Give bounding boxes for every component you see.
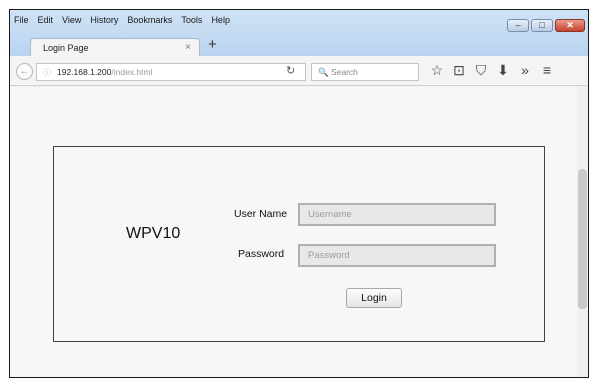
menu-edit[interactable]: Edit <box>38 15 54 25</box>
menu-file[interactable]: File <box>14 15 29 25</box>
navigation-bar: ← ⓘ 192.168.1.200/index.html ↻ 🔍 Search ☆… <box>10 56 588 86</box>
url-host: 192.168.1.200 <box>57 67 112 77</box>
search-placeholder: Search <box>330 67 358 77</box>
url-path: /index.html <box>111 67 153 77</box>
reading-list-icon[interactable]: ⊡ <box>452 62 466 79</box>
scrollbar-thumb[interactable] <box>578 169 587 309</box>
menu-bar: File Edit View History Bookmarks Tools H… <box>14 15 230 25</box>
star-icon[interactable]: ☆ <box>430 62 444 79</box>
url-bar[interactable]: ⓘ 192.168.1.200/index.html <box>36 63 306 81</box>
maximize-button[interactable]: □ <box>531 19 553 32</box>
reload-icon[interactable]: ↻ <box>286 64 295 77</box>
menu-history[interactable]: History <box>90 15 118 25</box>
title-bar: File Edit View History Bookmarks Tools H… <box>10 10 588 58</box>
tab-close-icon[interactable]: × <box>185 42 191 53</box>
username-label: User Name <box>234 208 288 220</box>
site-info-icon[interactable]: ⓘ <box>43 68 51 77</box>
browser-window: File Edit View History Bookmarks Tools H… <box>9 9 589 378</box>
tab-title: Login Page <box>43 43 89 53</box>
menu-bookmarks[interactable]: Bookmarks <box>127 15 172 25</box>
menu-view[interactable]: View <box>62 15 81 25</box>
tab-login-page[interactable]: Login Page × <box>30 38 200 58</box>
username-field[interactable]: Username <box>298 203 496 226</box>
menu-tools[interactable]: Tools <box>181 15 202 25</box>
login-panel: WPV10 User Name Username Password Passwo… <box>53 146 545 342</box>
back-arrow-icon[interactable]: ← <box>16 63 33 80</box>
search-icon: 🔍 <box>318 67 329 77</box>
toolbar-icons: ☆ ⊡ ⛉ ⬇ » ≡ <box>430 62 554 79</box>
password-label: Password <box>238 248 285 260</box>
menu-icon[interactable]: ≡ <box>540 62 554 79</box>
password-field[interactable]: Password <box>298 244 496 267</box>
menu-help[interactable]: Help <box>211 15 230 25</box>
page-content: WPV10 User Name Username Password Passwo… <box>10 87 588 377</box>
vertical-scrollbar[interactable] <box>577 87 588 377</box>
minimize-button[interactable]: – <box>507 19 529 32</box>
search-input[interactable]: 🔍 Search <box>311 63 419 81</box>
close-window-button[interactable]: ✕ <box>555 19 585 32</box>
download-icon[interactable]: ⬇ <box>496 62 510 79</box>
window-controls: – □ ✕ <box>507 19 585 32</box>
new-tab-button[interactable]: + <box>208 36 217 53</box>
login-button[interactable]: Login <box>346 288 402 308</box>
product-name: WPV10 <box>126 225 181 242</box>
overflow-icon[interactable]: » <box>518 62 532 79</box>
pocket-icon[interactable]: ⛉ <box>474 62 488 79</box>
